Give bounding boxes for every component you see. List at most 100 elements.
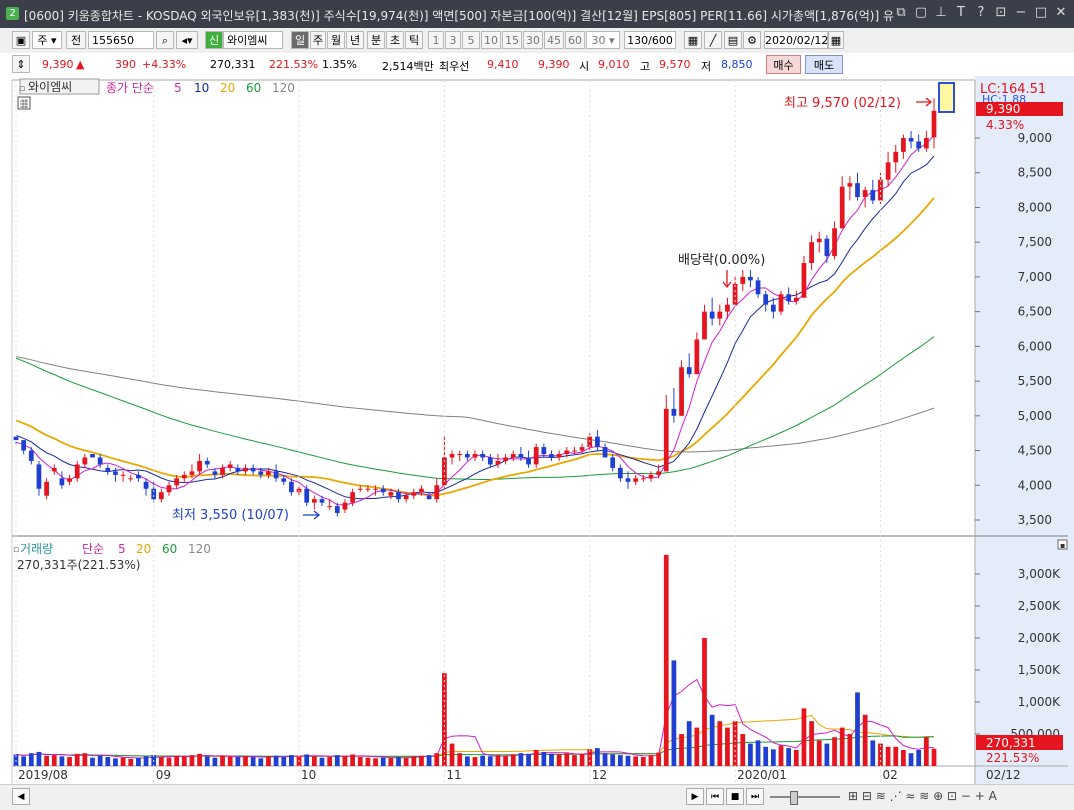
price-axis-label: 5,500 — [1018, 374, 1052, 388]
price-axis-label: 6,000 — [1018, 339, 1052, 353]
current-bar-highlight[interactable] — [938, 82, 955, 113]
zoom-slider-handle[interactable] — [790, 791, 798, 805]
volume-bar — [426, 755, 432, 766]
volume-bar — [510, 754, 516, 766]
gear-icon[interactable]: ⚙ — [743, 31, 761, 49]
volume-bar — [128, 758, 134, 766]
sell-button[interactable]: 매도 — [805, 55, 843, 74]
zoom-slider[interactable] — [770, 796, 840, 798]
panel-toggle-icon[interactable]: ▫ — [19, 84, 25, 94]
date-field[interactable]: 2020/02/12 — [764, 31, 828, 49]
interval-button[interactable]: 3 — [445, 31, 461, 49]
volume-bar — [725, 727, 730, 766]
candle-body — [725, 304, 730, 312]
minimize-icon[interactable]: − — [1014, 5, 1028, 21]
volume-bar — [227, 756, 233, 766]
volume-bar — [679, 734, 684, 766]
candle-body — [671, 408, 677, 416]
low-label: 저 — [701, 60, 712, 73]
candle-body — [755, 280, 761, 295]
count-field[interactable]: 130/600 — [624, 31, 676, 49]
candle-body — [893, 151, 899, 163]
volume-bar — [617, 755, 623, 766]
volume-bar — [273, 755, 279, 766]
scroll-left-icon[interactable]: ◀ — [12, 788, 30, 805]
link-icon[interactable]: ▣ — [12, 31, 30, 49]
candle-body — [97, 457, 103, 465]
forward-icon[interactable]: ⏭ — [746, 788, 764, 805]
candle-body — [617, 467, 623, 479]
tab-timeframe-minute[interactable]: 분 — [367, 31, 385, 49]
volume-bar — [663, 554, 669, 766]
restore-icon[interactable]: ⧉ — [894, 5, 908, 21]
sound-icon[interactable]: ◂▾ — [176, 31, 198, 49]
stock-code-input[interactable]: 155650 — [88, 31, 154, 49]
candle-body — [350, 492, 355, 503]
stop-icon[interactable]: ■ — [726, 788, 744, 805]
close-icon[interactable]: ✕ — [1054, 5, 1068, 21]
candle-body — [434, 485, 440, 500]
candle-body — [480, 454, 486, 458]
volume-bar — [334, 755, 340, 766]
candle-body — [533, 447, 539, 465]
volume-bar — [28, 753, 34, 766]
save-icon[interactable]: ▤ — [724, 31, 742, 49]
candle-body — [816, 238, 822, 243]
layout-icon[interactable]: ▢ — [914, 5, 928, 21]
chart-scrollbar[interactable]: ◀ ▶ ⏮ ■ ⏭ ⊞ ⊟ ≋ ⋰ ≈ ≋ ⊕ ⊡ − + A — [0, 784, 1074, 810]
volume-bar — [342, 755, 348, 766]
prev-button[interactable]: 전 — [66, 31, 86, 49]
stock-chart[interactable]: 9,000 8,500 8,000 7,500 7,000 6,500 6,000 5,500… — [0, 76, 1074, 784]
tile-icon[interactable]: ⊡ — [994, 5, 1008, 21]
grid-icon[interactable]: ▦ — [684, 31, 702, 49]
price-axis-label: 9,000 — [1018, 131, 1052, 145]
draw-icon[interactable]: ╱ — [704, 31, 722, 49]
candle-body — [801, 263, 807, 298]
buy-button[interactable]: 매수 — [766, 55, 801, 74]
interval-button[interactable]: 30 — [523, 31, 543, 49]
price-axis-background — [975, 76, 1074, 784]
candle-body — [334, 506, 340, 514]
help-icon[interactable]: ? — [974, 5, 988, 21]
candle-body — [13, 436, 19, 441]
interval-select[interactable]: 30 ▾ — [586, 31, 620, 49]
interval-button[interactable]: 45 — [544, 31, 564, 49]
interval-button[interactable]: 15 — [502, 31, 522, 49]
volume-bar — [862, 714, 868, 766]
volume-bar — [304, 754, 310, 766]
candle-body — [105, 467, 111, 472]
tab-timeframe-tick[interactable]: 틱 — [405, 31, 423, 49]
maximize-icon[interactable]: □ — [1034, 5, 1048, 21]
volume-bar — [816, 740, 822, 766]
volume-bar — [625, 755, 631, 766]
tab-timeframe-week[interactable]: 주 — [310, 31, 326, 49]
candle-body — [663, 408, 669, 472]
volume-bar — [740, 734, 746, 766]
panel-close-glyph: ▪ — [1060, 541, 1065, 550]
calendar-icon[interactable]: ▦ — [828, 31, 844, 49]
search-icon[interactable]: ⌕ — [156, 31, 174, 49]
interval-button[interactable]: 10 — [481, 31, 501, 49]
interval-button[interactable]: 60 — [565, 31, 585, 49]
low-annotation: 최저 3,550 (10/07) — [172, 508, 289, 523]
interval-button[interactable]: 5 — [462, 31, 480, 49]
tab-timeframe-year[interactable]: 년 — [346, 31, 364, 49]
scroll-right-icon[interactable]: ▶ — [686, 788, 704, 805]
candle-body — [273, 471, 279, 479]
candle-body — [633, 478, 639, 482]
expand-icon[interactable]: ⇕ — [12, 55, 30, 73]
drawing-tools[interactable]: ⊞ ⊟ ≋ ⋰ ≈ ≋ ⊕ ⊡ − + A — [848, 789, 997, 803]
volume-bar — [373, 758, 378, 766]
period-select[interactable]: 주 ▾ — [32, 31, 62, 49]
volume-bar — [105, 757, 111, 766]
tab-timeframe-second[interactable]: 초 — [386, 31, 404, 49]
volume-bar — [786, 748, 792, 766]
tab-timeframe-day[interactable]: 일 — [291, 31, 309, 49]
rewind-icon[interactable]: ⏮ — [706, 788, 724, 805]
volume-bar — [411, 756, 417, 766]
font-icon[interactable]: T — [954, 5, 968, 21]
interval-button[interactable]: 1 — [428, 31, 444, 49]
tab-timeframe-month[interactable]: 월 — [327, 31, 345, 49]
pin-icon[interactable]: ⊥ — [934, 5, 948, 21]
volume-bar — [319, 757, 325, 766]
